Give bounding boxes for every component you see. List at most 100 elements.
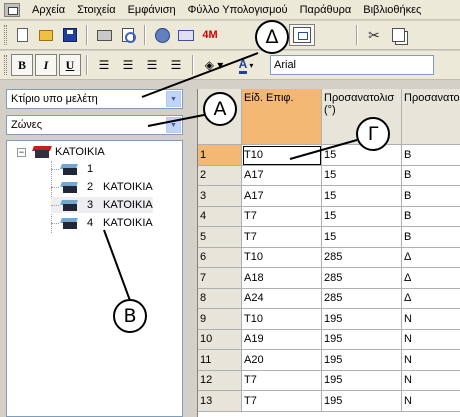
cell-orientation[interactable]: B [402,186,460,207]
surfaces-grid[interactable]: Είδ. Επιφ. Προσανατολισ (°) Προσανατο 1T… [197,89,460,417]
print-button[interactable] [93,24,115,46]
fill-color-button[interactable]: ◈ ▾ [199,54,229,76]
cell-surface-type[interactable]: A19 [242,329,322,350]
collapse-icon[interactable]: − [17,148,26,157]
cell-orientation-angle[interactable]: 15 [322,165,402,186]
export-button[interactable] [289,24,315,46]
italic-button[interactable]: I [35,54,57,76]
cell-orientation-angle[interactable]: 195 [322,329,402,350]
row-header[interactable]: 2 [198,165,242,186]
copy-button[interactable] [387,24,409,46]
cell-surface-type[interactable]: T7 [242,370,322,391]
row-header[interactable]: 9 [198,309,242,330]
menu-windows[interactable]: Παράθυρα [294,4,358,16]
cell-orientation-angle[interactable]: 195 [322,370,402,391]
font-name-value: Arial [274,59,297,71]
cell-surface-type[interactable]: T7 [242,227,322,248]
row-header[interactable]: 12 [198,370,242,391]
cell-orientation[interactable]: N [402,330,460,350]
cell-orientation-angle[interactable]: 195 [322,309,402,330]
cell-surface-type[interactable]: A24 [242,288,322,309]
cell-orientation-angle[interactable]: 15 [322,145,402,166]
bold-button[interactable]: B [11,54,33,76]
cell-orientation-angle[interactable]: 285 [322,268,402,289]
cell-orientation-angle[interactable]: 285 [322,247,402,268]
card-button[interactable] [175,24,197,46]
app-icon[interactable] [4,2,20,17]
menu-elements[interactable]: Στοιχεία [71,4,122,16]
zone-name: ΚΑΤΟΙΚΙΑ [103,181,153,193]
cell-surface-type[interactable]: T10 [242,309,322,330]
row-header[interactable]: 7 [198,268,242,289]
cell-orientation-angle[interactable]: 15 [322,206,402,227]
chevron-down-icon[interactable]: ▼ [166,117,181,133]
cell-surface-type[interactable]: T10 [242,247,322,268]
column-header-type[interactable]: Είδ. Επιφ. [242,89,322,145]
row-header[interactable]: 6 [198,247,242,268]
justify-button[interactable]: ☰ [165,54,187,76]
cell-orientation-angle[interactable]: 15 [322,186,402,207]
cell-orientation[interactable]: Δ [402,289,460,309]
row-header[interactable]: 1 [198,145,242,166]
cell-orientation-angle[interactable]: 285 [322,288,402,309]
cell-orientation[interactable]: N [402,391,460,412]
row-header[interactable]: 10 [198,329,242,350]
cell-surface-type[interactable]: A20 [242,350,322,371]
column-header-orientation[interactable]: Προσανατο [402,89,460,145]
cell-surface-type[interactable]: T7 [242,391,322,412]
menu-view[interactable]: Εμφάνιση [122,4,182,16]
cell-surface-type[interactable]: T10 [242,145,322,166]
building-select[interactable]: Κτίριο υπο μελέτη ▼ [6,89,183,109]
row-header[interactable]: 8 [198,288,242,309]
align-right-button[interactable]: ☰ [141,54,163,76]
open-button[interactable] [35,24,57,46]
tree-item-zone-1[interactable]: 1 [51,161,103,177]
tree-item-zone-4[interactable]: 4 ΚΑΤΟΙΚΙΑ [51,215,153,231]
category-select[interactable]: Ζώνες ▼ [6,115,183,135]
4m-button[interactable]: 4M [199,24,221,46]
row-header[interactable]: 3 [198,186,242,207]
menu-files[interactable]: Αρχεία [26,4,71,16]
cell-surface-type[interactable]: T7 [242,206,322,227]
cell-orientation[interactable]: B [402,207,460,227]
tree-item-zone-3[interactable]: 3 ΚΑΤΟΙΚΙΑ [51,197,153,213]
font-name-select[interactable]: Arial [270,55,434,75]
row-header[interactable]: 4 [198,206,242,227]
align-left-button[interactable]: ☰ [93,54,115,76]
tree-root-item[interactable]: ΚΑΤΟΙΚΙΑ [32,144,105,160]
toolbar-grip[interactable] [4,25,7,45]
text-color-button[interactable]: A ▾ [231,54,261,76]
row-header[interactable]: 11 [198,350,242,371]
menu-libraries[interactable]: Βιβλιοθήκες [357,4,427,16]
text-color-icon: A [238,57,248,74]
zone-tree[interactable]: − ΚΑΤΟΙΚΙΑ 1 2 ΚΑΤΟΙΚΙΑ 3 ΚΑΤΟΙΚΙΑ 4 ΚΑΤ… [6,140,183,417]
new-button[interactable] [11,24,33,46]
cell-orientation-angle[interactable]: 195 [322,350,402,371]
cell-orientation-angle[interactable]: 195 [322,391,402,412]
underline-button[interactable]: U [59,54,81,76]
toolbar-grip[interactable] [4,55,7,75]
chevron-down-icon[interactable]: ▼ [166,91,181,107]
cell-orientation[interactable]: Δ [402,248,460,268]
cell-orientation[interactable]: N [402,350,460,371]
cell-orientation[interactable]: B [402,227,460,248]
zone-name: ΚΑΤΟΙΚΙΑ [103,199,153,211]
cell-orientation[interactable]: Δ [402,268,460,289]
globe-button[interactable] [151,24,173,46]
print-preview-button[interactable] [117,24,139,46]
tree-item-zone-2[interactable]: 2 ΚΑΤΟΙΚΙΑ [51,179,153,195]
cell-orientation[interactable]: N [402,309,460,330]
cell-orientation[interactable]: B [402,145,460,166]
save-button[interactable] [59,24,81,46]
menu-spreadsheet[interactable]: Φύλλο Υπολογισμού [182,4,294,16]
align-center-button[interactable]: ☰ [117,54,139,76]
row-header[interactable]: 13 [198,391,242,412]
cell-orientation[interactable]: B [402,166,460,186]
cell-surface-type[interactable]: A18 [242,268,322,289]
cut-button[interactable]: ✂ [363,24,385,46]
cell-surface-type[interactable]: A17 [242,186,322,207]
row-header[interactable]: 5 [198,227,242,248]
cell-orientation-angle[interactable]: 15 [322,227,402,248]
cell-orientation[interactable]: N [402,371,460,391]
cell-surface-type[interactable]: A17 [242,165,322,186]
